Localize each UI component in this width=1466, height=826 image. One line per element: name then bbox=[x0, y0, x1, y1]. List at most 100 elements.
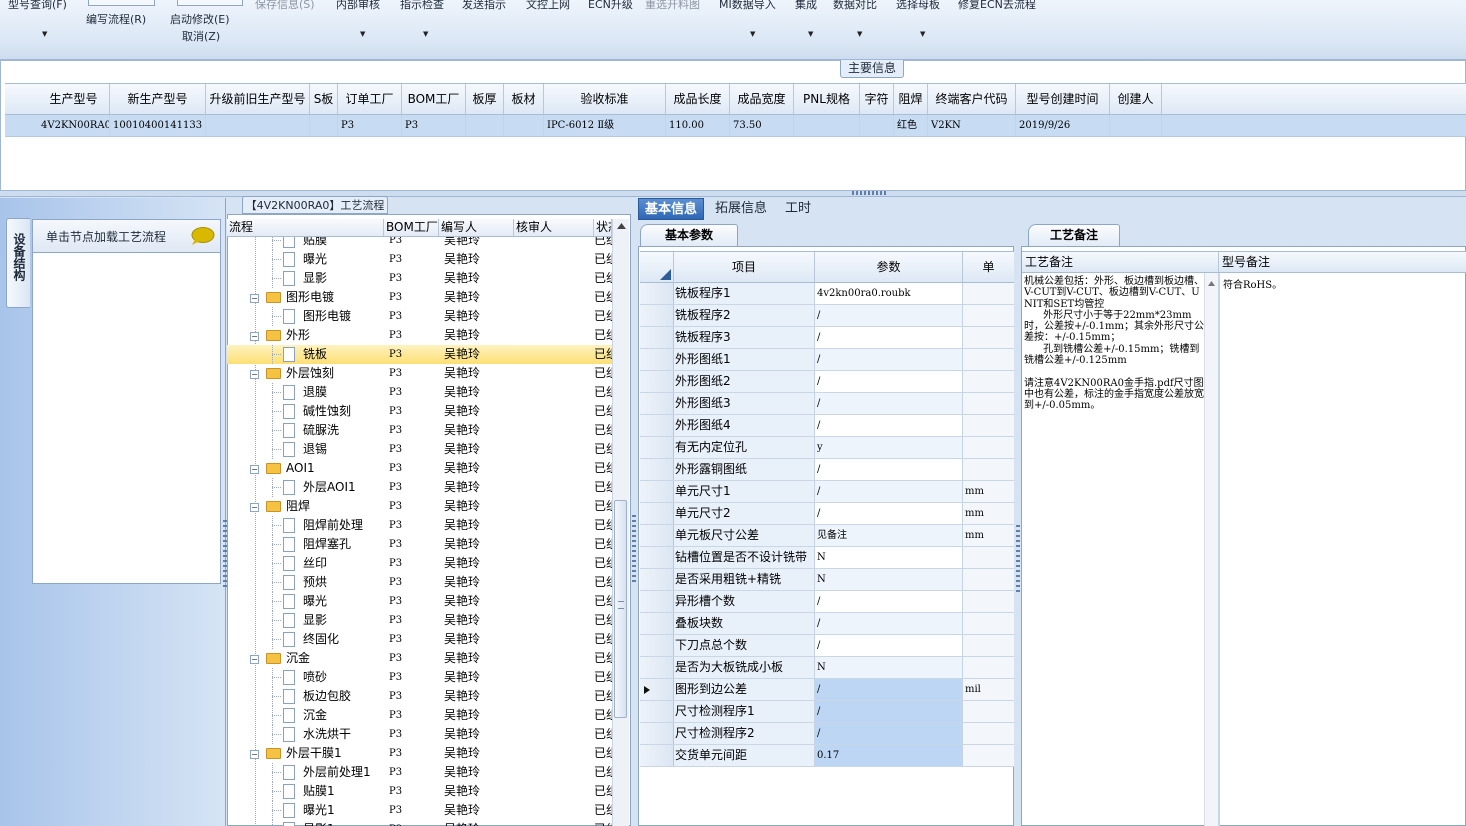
main-info-tab[interactable]: 主要信息 bbox=[840, 60, 904, 78]
dropdown-arrow-icon[interactable]: ▼ bbox=[857, 30, 862, 38]
param-value[interactable]: / bbox=[815, 459, 963, 480]
tree-row[interactable]: 硫脲洗 P3 吴艳玲 已组 bbox=[227, 421, 612, 440]
expand-collapse-icon[interactable]: − bbox=[250, 294, 259, 303]
tree-col-header[interactable]: 核审人 bbox=[514, 219, 594, 236]
param-value[interactable]: / bbox=[815, 723, 963, 744]
main-cell[interactable]: 2019/9/26 bbox=[1016, 115, 1110, 136]
param-value[interactable]: / bbox=[815, 371, 963, 392]
param-value[interactable]: 见备注 bbox=[815, 525, 963, 546]
param-row[interactable]: 异形槽个数 / bbox=[640, 591, 1014, 613]
param-row[interactable]: 有无内定位孔 y bbox=[640, 437, 1014, 459]
basic-params-tab[interactable]: 基本参数 bbox=[640, 224, 738, 246]
main-cell[interactable] bbox=[794, 115, 860, 136]
row-indicator[interactable] bbox=[640, 415, 674, 436]
tree-col-header[interactable]: 流程 bbox=[227, 219, 384, 236]
main-col-header[interactable]: 字符 bbox=[860, 84, 894, 114]
tree-row[interactable]: 退锡 P3 吴艳玲 已组 bbox=[227, 440, 612, 459]
dropdown-arrow-icon[interactable]: ▼ bbox=[750, 30, 755, 38]
param-value[interactable]: / bbox=[815, 503, 963, 524]
param-value[interactable]: / bbox=[815, 679, 963, 700]
param-row[interactable]: 尺寸检测程序2/ bbox=[640, 723, 1014, 745]
tree-row[interactable]: 图形电镀 P3 吴艳玲 已组 bbox=[227, 307, 612, 326]
row-indicator[interactable] bbox=[640, 393, 674, 414]
detail-splitter-grip[interactable] bbox=[1016, 525, 1020, 595]
scroll-up-icon[interactable] bbox=[1208, 281, 1215, 286]
tree-row[interactable]: 铣板 P3 吴艳玲 已组 bbox=[227, 345, 612, 364]
tree-row[interactable]: 沉金 P3 吴艳玲 已组 bbox=[227, 706, 612, 725]
tree-row[interactable]: − AOI1 P3 吴艳玲 已组 bbox=[227, 459, 612, 478]
main-cell[interactable]: 10010400141133 bbox=[110, 115, 206, 136]
tree-row[interactable]: 碱性蚀刻 P3 吴艳玲 已组 bbox=[227, 402, 612, 421]
param-row[interactable]: 外形图纸3/ bbox=[640, 393, 1014, 415]
main-cell[interactable] bbox=[860, 115, 894, 136]
param-value[interactable]: / bbox=[815, 415, 963, 436]
param-value[interactable]: / bbox=[815, 613, 963, 634]
tree-col-header[interactable]: 编写人 bbox=[439, 219, 514, 236]
splitter-grip[interactable] bbox=[852, 191, 888, 195]
expand-collapse-icon[interactable]: − bbox=[250, 503, 259, 512]
ribbon-button[interactable]: 选择母板 bbox=[896, 0, 940, 12]
param-value[interactable]: / bbox=[815, 305, 963, 326]
ribbon-button[interactable]: MI数据导入 bbox=[719, 0, 776, 12]
main-cell[interactable]: 红色 bbox=[894, 115, 928, 136]
device-structure-tab[interactable]: 设备结构 bbox=[6, 218, 30, 308]
tree-row[interactable]: − 图形电镀 P3 吴艳玲 已组 bbox=[227, 288, 612, 307]
param-row[interactable]: 外形露铜图纸 / bbox=[640, 459, 1014, 481]
param-value[interactable]: / bbox=[815, 591, 963, 612]
main-cell[interactable]: 73.50 bbox=[730, 115, 794, 136]
tree-row[interactable]: − 沉金 P3 吴艳玲 已组 bbox=[227, 649, 612, 668]
row-indicator[interactable] bbox=[640, 371, 674, 392]
row-indicator[interactable] bbox=[640, 591, 674, 612]
row-indicator[interactable] bbox=[640, 349, 674, 370]
param-row[interactable]: 单元尺寸2/mm bbox=[640, 503, 1014, 525]
notes-splitter[interactable] bbox=[1218, 273, 1220, 826]
main-col-header[interactable]: 订单工厂 bbox=[338, 84, 402, 114]
main-cell[interactable]: IPC-6012 Ⅱ级 bbox=[544, 115, 666, 136]
tree-row[interactable]: 贴膜1 P3 吴艳玲 已组 bbox=[227, 782, 612, 801]
tree-row[interactable]: 阻焊塞孔 P3 吴艳玲 已组 bbox=[227, 535, 612, 554]
tree-row[interactable]: 板边包胶 P3 吴艳玲 已组 bbox=[227, 687, 612, 706]
param-row[interactable]: 外形图纸2/ bbox=[640, 371, 1014, 393]
row-indicator[interactable] bbox=[640, 327, 674, 348]
tree-row[interactable]: 外层AOI1 P3 吴艳玲 已组 bbox=[227, 478, 612, 497]
tree-row[interactable]: 阻焊前处理 P3 吴艳玲 已组 bbox=[227, 516, 612, 535]
ribbon-button[interactable]: 集成 bbox=[795, 0, 817, 12]
ribbon-button[interactable]: 内部审核 bbox=[336, 0, 380, 12]
main-col-header[interactable]: BOM工厂 bbox=[402, 84, 466, 114]
param-value[interactable]: / bbox=[815, 393, 963, 414]
param-row[interactable]: 是否采用粗铣+精铣 N bbox=[640, 569, 1014, 591]
main-col-header[interactable]: PNL规格 bbox=[794, 84, 860, 114]
main-col-header[interactable]: S板 bbox=[310, 84, 338, 114]
row-indicator[interactable] bbox=[640, 525, 674, 546]
process-tree[interactable]: 贴膜P3吴艳玲已组曝光P3吴艳玲已组显影P3吴艳玲已组−图形电镀P3吴艳玲已组图… bbox=[227, 237, 612, 826]
dropdown-arrow-icon[interactable]: ▼ bbox=[360, 30, 365, 38]
tree-row[interactable]: 曝光1 P3 吴艳玲 已组 bbox=[227, 801, 612, 820]
main-col-header[interactable]: 终端客户代码 bbox=[928, 84, 1016, 114]
row-indicator[interactable] bbox=[640, 745, 674, 766]
main-col-header[interactable]: 新生产型号 bbox=[110, 84, 206, 114]
expand-collapse-icon[interactable]: − bbox=[250, 750, 259, 759]
tree-row[interactable]: − 外层蚀刻 P3 吴艳玲 已组 bbox=[227, 364, 612, 383]
main-cell[interactable] bbox=[206, 115, 310, 136]
param-value[interactable]: N bbox=[815, 547, 963, 568]
tree-row[interactable]: 丝印 P3 吴艳玲 已组 bbox=[227, 554, 612, 573]
col-item[interactable]: 项目 bbox=[674, 252, 815, 282]
main-cell[interactable] bbox=[504, 115, 544, 136]
param-row[interactable]: 单元板尺寸公差 见备注 mm bbox=[640, 525, 1014, 547]
scroll-up-icon[interactable] bbox=[617, 223, 626, 229]
tree-row[interactable]: 水洗烘干 P3 吴艳玲 已组 bbox=[227, 725, 612, 744]
ribbon-button[interactable]: ECN升级 bbox=[588, 0, 633, 12]
tree-row[interactable]: 贴膜 P3 吴艳玲 已组 bbox=[227, 237, 612, 250]
main-cell[interactable]: P3 bbox=[338, 115, 402, 136]
row-indicator[interactable] bbox=[640, 283, 674, 304]
main-cell[interactable] bbox=[466, 115, 504, 136]
row-indicator[interactable] bbox=[640, 459, 674, 480]
col-param[interactable]: 参数 bbox=[815, 252, 963, 282]
cancel-button[interactable]: 取消(Z) bbox=[182, 28, 220, 44]
main-col-header[interactable]: 生产型号 bbox=[38, 84, 110, 114]
param-value[interactable]: / bbox=[815, 701, 963, 722]
param-value[interactable]: / bbox=[815, 635, 963, 656]
tree-row[interactable]: 终固化 P3 吴艳玲 已组 bbox=[227, 630, 612, 649]
main-col-header[interactable]: 板材 bbox=[504, 84, 544, 114]
main-cell[interactable] bbox=[310, 115, 338, 136]
